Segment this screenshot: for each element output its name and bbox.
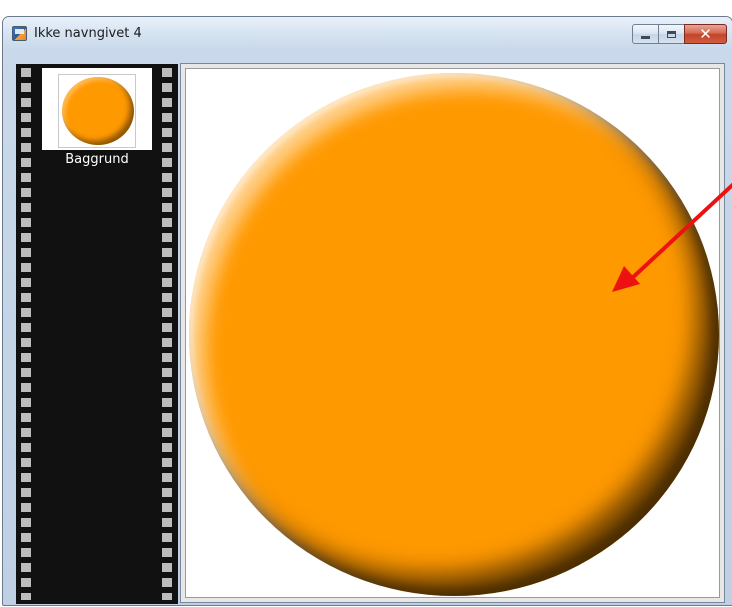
minimize-button[interactable] xyxy=(632,24,659,44)
film-perforation-right xyxy=(162,68,172,600)
thumbnail-circle xyxy=(62,77,134,145)
orange-circle[interactable] xyxy=(189,73,719,596)
document-icon[interactable] xyxy=(12,26,27,41)
minimize-icon xyxy=(641,35,650,39)
close-icon: ✕ xyxy=(699,24,712,43)
film-perforation-left xyxy=(21,68,31,600)
close-button[interactable]: ✕ xyxy=(684,24,727,44)
canvas-frame xyxy=(180,63,725,603)
layer-name[interactable]: Baggrund xyxy=(42,152,152,167)
caption-buttons: ✕ xyxy=(632,24,727,44)
maximize-icon xyxy=(667,30,676,38)
title-bar[interactable]: Ikke navngivet 4 ✕ xyxy=(3,17,732,51)
maximize-button[interactable] xyxy=(658,24,685,44)
image-window: Ikke navngivet 4 ✕ Baggrund xyxy=(2,16,732,606)
layer-thumbnail-frame xyxy=(58,74,136,148)
layer-thumbnail[interactable] xyxy=(42,68,152,150)
layers-filmstrip: Baggrund xyxy=(16,64,178,604)
window-title: Ikke navngivet 4 xyxy=(34,26,142,41)
image-canvas[interactable] xyxy=(185,68,720,598)
